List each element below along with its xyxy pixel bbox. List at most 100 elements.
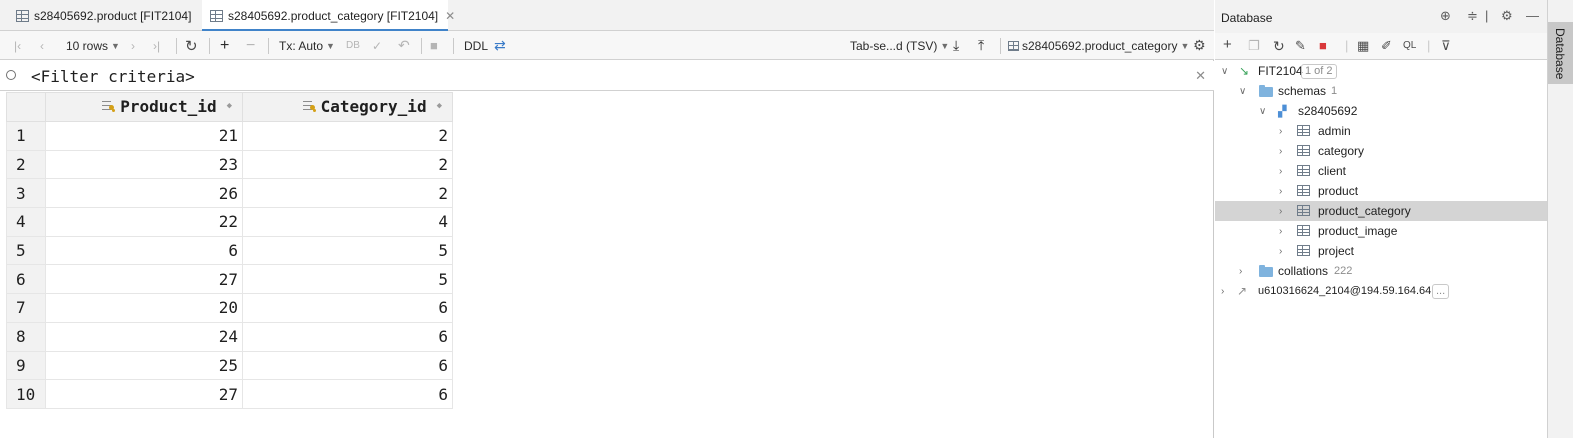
sort-icon[interactable]: ◆	[437, 101, 442, 111]
cell-category-id[interactable]: 5	[242, 235, 453, 266]
add-icon[interactable]: +	[1223, 36, 1232, 53]
cell-product-id[interactable]: 20	[45, 293, 243, 323]
minimize-icon[interactable]: —	[1526, 8, 1539, 23]
properties-icon[interactable]: ✎	[1295, 38, 1306, 54]
cell-product-id[interactable]: 22	[45, 207, 243, 237]
refresh-icon[interactable]: ↻	[1273, 38, 1285, 55]
connection-badge: ...	[1432, 283, 1450, 299]
copy-icon[interactable]: ❐	[1248, 38, 1260, 54]
cell-category-id[interactable]: 5	[242, 264, 453, 295]
tree-node-schemas[interactable]: ∨ schemas 1	[1215, 81, 1547, 101]
chevron-right-icon[interactable]: ›	[1279, 206, 1282, 217]
sort-icon[interactable]: ◆	[227, 101, 232, 111]
filter-bar[interactable]: <Filter criteria> ✕	[0, 61, 1214, 91]
cell-product-id[interactable]: 23	[45, 149, 243, 180]
last-page-icon[interactable]: ›|	[153, 31, 160, 60]
chevron-right-icon[interactable]: ›	[1221, 286, 1224, 297]
clear-filter-icon[interactable]: ✕	[1195, 68, 1206, 84]
cell-product-id[interactable]: 26	[45, 178, 243, 209]
download-icon[interactable]: ⤓	[953, 31, 959, 60]
tree-node-table-selected[interactable]: › product_category	[1215, 201, 1547, 221]
folder-icon	[1259, 85, 1273, 97]
cell-product-id[interactable]: 27	[45, 264, 243, 295]
table-row[interactable]: 3 26 2	[6, 178, 453, 209]
check-icon[interactable]: ✓	[372, 31, 382, 60]
cell-product-id[interactable]: 6	[45, 235, 243, 266]
next-page-icon[interactable]: ›	[131, 31, 135, 60]
tree-node-table[interactable]: › admin	[1215, 121, 1547, 141]
table-row[interactable]: 9 25 6	[6, 350, 453, 381]
compare-icon[interactable]: ⇄	[494, 31, 506, 60]
tree-node-connection-2[interactable]: › ↗ u610316624_2104@194.59.164.64 ...	[1215, 281, 1547, 301]
undo-icon[interactable]: ↶	[398, 31, 410, 60]
cell-category-id[interactable]: 6	[242, 293, 453, 323]
add-row-icon[interactable]: +	[220, 31, 229, 60]
crosshair-icon[interactable]: ⊕	[1440, 8, 1451, 24]
rows-dropdown[interactable]: 10 rows ▼	[66, 31, 120, 60]
cell-category-id[interactable]: 2	[242, 149, 453, 180]
chevron-right-icon[interactable]: ›	[1279, 226, 1282, 237]
cell-product-id[interactable]: 21	[45, 121, 243, 151]
prev-page-icon[interactable]: ‹	[40, 31, 44, 60]
chevron-down-icon[interactable]: ∨	[1239, 86, 1246, 97]
tree-node-table[interactable]: › client	[1215, 161, 1547, 181]
db-commit-icon[interactable]: DB	[346, 31, 360, 60]
first-page-icon[interactable]: |‹	[14, 31, 21, 60]
chevron-down-icon[interactable]: ∨	[1221, 66, 1228, 77]
collapse-all-icon[interactable]: ≑	[1467, 8, 1478, 24]
tree-node-table[interactable]: › product_image	[1215, 221, 1547, 241]
close-icon[interactable]: ✕	[445, 9, 455, 23]
table-row[interactable]: 565	[6, 235, 453, 266]
chevron-right-icon[interactable]: ›	[1279, 126, 1282, 137]
chevron-right-icon[interactable]: ›	[1279, 186, 1282, 197]
column-header-category-id[interactable]: Category_id ◆	[242, 92, 453, 122]
tree-node-table[interactable]: › project	[1215, 241, 1547, 261]
edit-icon[interactable]: ✐	[1381, 38, 1392, 54]
cell-category-id[interactable]: 2	[242, 121, 453, 151]
tx-mode-dropdown[interactable]: Tx: Auto ▼	[279, 31, 335, 60]
cell-product-id[interactable]: 24	[45, 321, 243, 352]
cell-category-id[interactable]: 6	[242, 350, 453, 381]
table-view-icon[interactable]: ▦	[1357, 38, 1369, 54]
row-number: 2	[6, 149, 46, 180]
sql-console-icon[interactable]: QL	[1403, 40, 1416, 51]
chevron-right-icon[interactable]: ›	[1239, 266, 1242, 277]
chevron-right-icon[interactable]: ›	[1279, 166, 1282, 177]
tab-product[interactable]: s28405692.product [FIT2104]	[8, 0, 198, 31]
cell-product-id[interactable]: 25	[45, 350, 243, 381]
table-row[interactable]: 6 27 5	[6, 264, 453, 295]
gear-icon[interactable]: ⚙	[1193, 31, 1206, 60]
tree-node-schema[interactable]: ∨ ▞ s28405692	[1215, 101, 1547, 121]
tree-node-collations[interactable]: › collations 222	[1215, 261, 1547, 281]
cell-category-id[interactable]: 6	[242, 321, 453, 352]
filter-icon[interactable]: ⊽	[1441, 38, 1451, 54]
table-row[interactable]: 10 27 6	[6, 379, 453, 409]
table-row[interactable]: 8 24 6	[6, 321, 453, 352]
table-row[interactable]: 7 20 6	[6, 293, 453, 323]
table-selector-dropdown[interactable]: s28405692.product_category ▼	[1008, 31, 1189, 60]
tree-node-table[interactable]: › category	[1215, 141, 1547, 161]
refresh-icon[interactable]: ↻	[185, 31, 198, 60]
gear-icon[interactable]: ⚙	[1501, 8, 1513, 24]
upload-icon[interactable]: ⤒	[978, 31, 984, 60]
chevron-right-icon[interactable]: ›	[1279, 146, 1282, 157]
tree-node-connection[interactable]: ∨ ↘ FIT2104 1 of 2	[1215, 61, 1547, 81]
chevron-down-icon[interactable]: ∨	[1259, 106, 1266, 117]
tree-node-table[interactable]: › product	[1215, 181, 1547, 201]
tab-product-category[interactable]: s28405692.product_category [FIT2104] ✕	[202, 0, 455, 32]
cell-product-id[interactable]: 27	[45, 379, 243, 409]
delete-row-icon[interactable]: −	[246, 31, 255, 60]
cell-category-id[interactable]: 6	[242, 379, 453, 409]
chevron-right-icon[interactable]: ›	[1279, 246, 1282, 257]
ddl-button[interactable]: DDL	[464, 31, 488, 60]
stop-icon[interactable]: ■	[430, 31, 438, 60]
table-row[interactable]: 2 23 2	[6, 149, 453, 180]
table-row[interactable]: 4 22 4	[6, 207, 453, 237]
filter-input[interactable]: <Filter criteria>	[31, 67, 195, 86]
cell-category-id[interactable]: 4	[242, 207, 453, 237]
export-format-dropdown[interactable]: Tab-se...d (TSV) ▼	[850, 31, 949, 60]
table-row[interactable]: 1 21 2	[6, 121, 453, 151]
column-header-product-id[interactable]: Product_id ◆	[45, 92, 243, 122]
cell-category-id[interactable]: 2	[242, 178, 453, 209]
stop-icon[interactable]: ■	[1319, 38, 1327, 53]
